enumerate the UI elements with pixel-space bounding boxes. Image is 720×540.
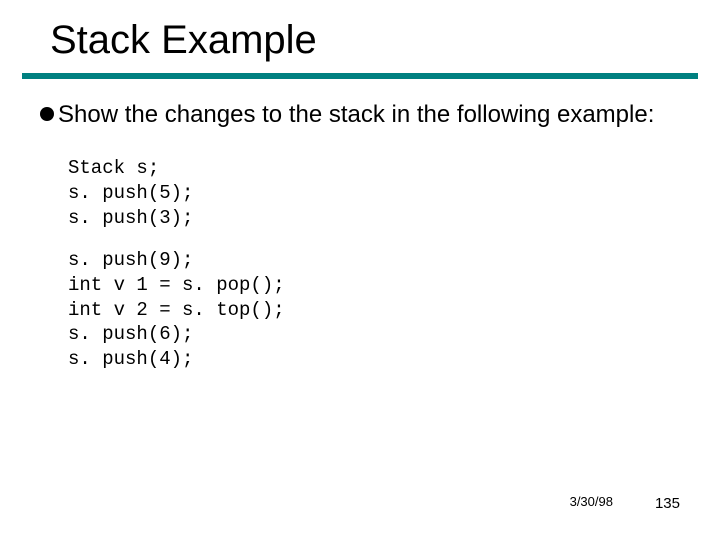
- slide: Stack Example Show the changes to the st…: [0, 0, 720, 540]
- slide-title: Stack Example: [50, 18, 670, 69]
- code-block-2: s. push(9); int v 1 = s. pop(); int v 2 …: [40, 248, 680, 371]
- footer-page-number: 135: [655, 495, 680, 512]
- bullet-item: Show the changes to the stack in the fol…: [40, 99, 680, 130]
- bullet-icon: [40, 107, 54, 121]
- bullet-text: Show the changes to the stack in the fol…: [54, 99, 654, 130]
- title-area: Stack Example: [0, 18, 720, 69]
- code-block-1: Stack s; s. push(5); s. push(3);: [40, 156, 680, 230]
- slide-body: Show the changes to the stack in the fol…: [0, 79, 720, 372]
- footer-date: 3/30/98: [570, 494, 613, 509]
- footer: 3/30/98 135: [570, 494, 680, 512]
